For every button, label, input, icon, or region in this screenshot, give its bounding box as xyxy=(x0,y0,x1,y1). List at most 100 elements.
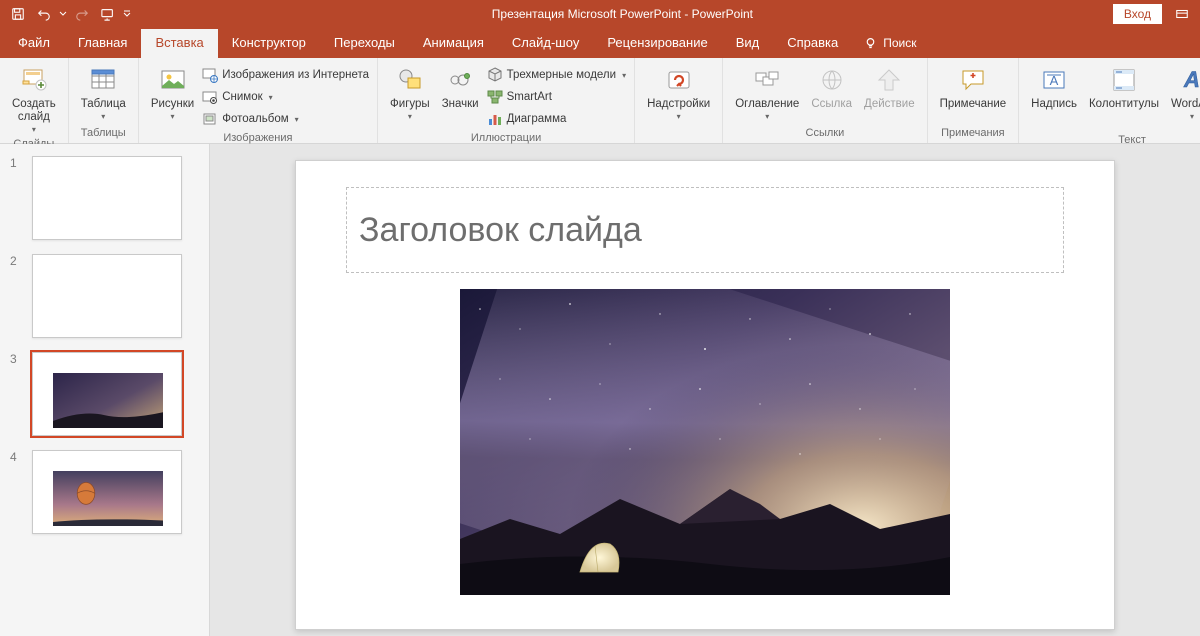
chevron-down-icon: ▾ xyxy=(1190,112,1194,121)
screenshot-label: Снимок xyxy=(222,91,262,103)
thumbnail-1-row[interactable]: 1 xyxy=(0,152,209,250)
textbox-button[interactable]: A Надпись xyxy=(1025,62,1083,113)
thumbnail-1[interactable] xyxy=(32,156,182,240)
undo-button[interactable] xyxy=(32,3,56,25)
title-placeholder[interactable]: Заголовок слайда xyxy=(346,187,1064,273)
chevron-down-icon: ▾ xyxy=(269,93,273,102)
tab-animations[interactable]: Анимация xyxy=(409,29,498,58)
action-button[interactable]: Действие xyxy=(858,62,921,113)
addins-icon xyxy=(663,64,695,96)
pictures-button[interactable]: Рисунки ▾ xyxy=(145,62,200,123)
thumbnail-4-row[interactable]: 4 xyxy=(0,446,209,544)
thumbnail-2-row[interactable]: 2 xyxy=(0,250,209,348)
tell-me-search[interactable]: Поиск xyxy=(852,30,928,58)
wordart-button[interactable]: A WordArt ▾ xyxy=(1165,62,1200,123)
tell-me-label: Поиск xyxy=(883,36,916,50)
chevron-down-icon: ▾ xyxy=(32,125,36,134)
tab-transitions[interactable]: Переходы xyxy=(320,29,409,58)
chart-button[interactable]: Диаграмма xyxy=(485,108,629,130)
slide-canvas[interactable]: Заголовок слайда xyxy=(295,160,1115,630)
thumbnail-3-row[interactable]: 3 xyxy=(0,348,209,446)
globe-picture-icon xyxy=(202,67,218,83)
slide-image[interactable] xyxy=(460,289,950,595)
slide-canvas-area[interactable]: Заголовок слайда xyxy=(210,144,1200,636)
tab-design[interactable]: Конструктор xyxy=(218,29,320,58)
table-icon xyxy=(87,64,119,96)
icons-button[interactable]: Значки xyxy=(436,62,485,113)
title-placeholder-text: Заголовок слайда xyxy=(359,211,642,250)
group-links-label: Ссылки xyxy=(729,125,920,143)
headerfooter-icon xyxy=(1108,64,1140,96)
addins-button[interactable]: Надстройки ▾ xyxy=(641,62,716,123)
start-from-beginning-button[interactable] xyxy=(96,3,120,25)
new-slide-button[interactable]: Создать слайд ▾ xyxy=(6,62,62,136)
3d-models-label: Трехмерные модели xyxy=(507,69,616,81)
action-icon xyxy=(873,64,905,96)
group-addins: Надстройки ▾ xyxy=(635,58,723,143)
chevron-down-icon: ▾ xyxy=(677,112,681,121)
thumbnail-number: 4 xyxy=(10,450,22,534)
link-label: Ссылка xyxy=(811,98,852,111)
tab-review[interactable]: Рецензирование xyxy=(593,29,721,58)
window-title: Презентация Microsoft PowerPoint - Power… xyxy=(132,7,1113,21)
zoom-toc-label: Оглавление xyxy=(735,98,799,111)
qat-more-dropdown[interactable] xyxy=(122,10,132,18)
new-slide-label: Создать слайд xyxy=(12,98,56,124)
tab-file[interactable]: Файл xyxy=(4,29,64,58)
3d-models-button[interactable]: Трехмерные модели ▾ xyxy=(485,64,629,86)
chevron-down-icon: ▾ xyxy=(765,112,769,121)
table-button[interactable]: Таблица ▾ xyxy=(75,62,132,123)
thumbnail-number: 3 xyxy=(10,352,22,436)
group-slides: Создать слайд ▾ Слайды xyxy=(0,58,69,143)
chevron-down-icon: ▾ xyxy=(171,112,175,121)
textbox-label: Надпись xyxy=(1031,98,1077,111)
link-button[interactable]: Ссылка xyxy=(805,62,858,113)
undo-dropdown[interactable] xyxy=(58,10,68,18)
svg-text:A: A xyxy=(1183,67,1200,92)
thumbnail-3[interactable] xyxy=(32,352,182,436)
ribbon-display-options-button[interactable] xyxy=(1172,4,1192,24)
shapes-icon xyxy=(394,64,426,96)
online-pictures-label: Изображения из Интернета xyxy=(222,69,369,81)
tab-slideshow[interactable]: Слайд-шоу xyxy=(498,29,593,58)
group-addins-label xyxy=(641,137,716,143)
picture-icon xyxy=(157,64,189,96)
headerfooter-button[interactable]: Колонтитулы xyxy=(1083,62,1165,113)
photo-album-button[interactable]: Фотоальбом ▾ xyxy=(200,108,371,130)
group-images: Рисунки ▾ Изображения из Интернета Снимо… xyxy=(139,58,378,143)
icons-label: Значки xyxy=(442,98,479,111)
smartart-icon xyxy=(487,89,503,105)
cube-icon xyxy=(487,67,503,83)
textbox-icon: A xyxy=(1038,64,1070,96)
work-area: 1 2 3 4 xyxy=(0,144,1200,636)
tab-help[interactable]: Справка xyxy=(773,29,852,58)
online-pictures-button[interactable]: Изображения из Интернета xyxy=(200,64,371,86)
sign-in-button[interactable]: Вход xyxy=(1113,4,1162,24)
chevron-down-icon: ▾ xyxy=(408,112,412,121)
tab-insert[interactable]: Вставка xyxy=(141,29,217,58)
group-links: Оглавление ▾ Ссылка Действие Ссылки xyxy=(723,58,927,143)
quick-access-toolbar xyxy=(0,3,132,25)
chart-label: Диаграмма xyxy=(507,113,567,125)
group-comments: Примечание Примечания xyxy=(928,58,1020,143)
pictures-label: Рисунки xyxy=(151,98,194,111)
headerfooter-label: Колонтитулы xyxy=(1089,98,1159,111)
shapes-button[interactable]: Фигуры ▾ xyxy=(384,62,436,123)
tab-view[interactable]: Вид xyxy=(722,29,774,58)
tab-home[interactable]: Главная xyxy=(64,29,141,58)
thumbnail-4[interactable] xyxy=(32,450,182,534)
save-button[interactable] xyxy=(6,3,30,25)
screenshot-icon xyxy=(202,89,218,105)
redo-button[interactable] xyxy=(70,3,94,25)
thumbnail-2[interactable] xyxy=(32,254,182,338)
slide-thumbnails-panel[interactable]: 1 2 3 4 xyxy=(0,144,210,636)
chevron-down-icon: ▾ xyxy=(622,71,626,80)
smartart-button[interactable]: SmartArt xyxy=(485,86,629,108)
comment-button[interactable]: Примечание xyxy=(934,62,1013,113)
ribbon-tabs: Файл Главная Вставка Конструктор Переход… xyxy=(0,28,1200,58)
screenshot-button[interactable]: Снимок ▾ xyxy=(200,86,371,108)
chevron-down-icon: ▾ xyxy=(295,115,299,124)
zoom-toc-button[interactable]: Оглавление ▾ xyxy=(729,62,805,123)
title-bar: Презентация Microsoft PowerPoint - Power… xyxy=(0,0,1200,28)
group-tables-label: Таблицы xyxy=(75,125,132,143)
